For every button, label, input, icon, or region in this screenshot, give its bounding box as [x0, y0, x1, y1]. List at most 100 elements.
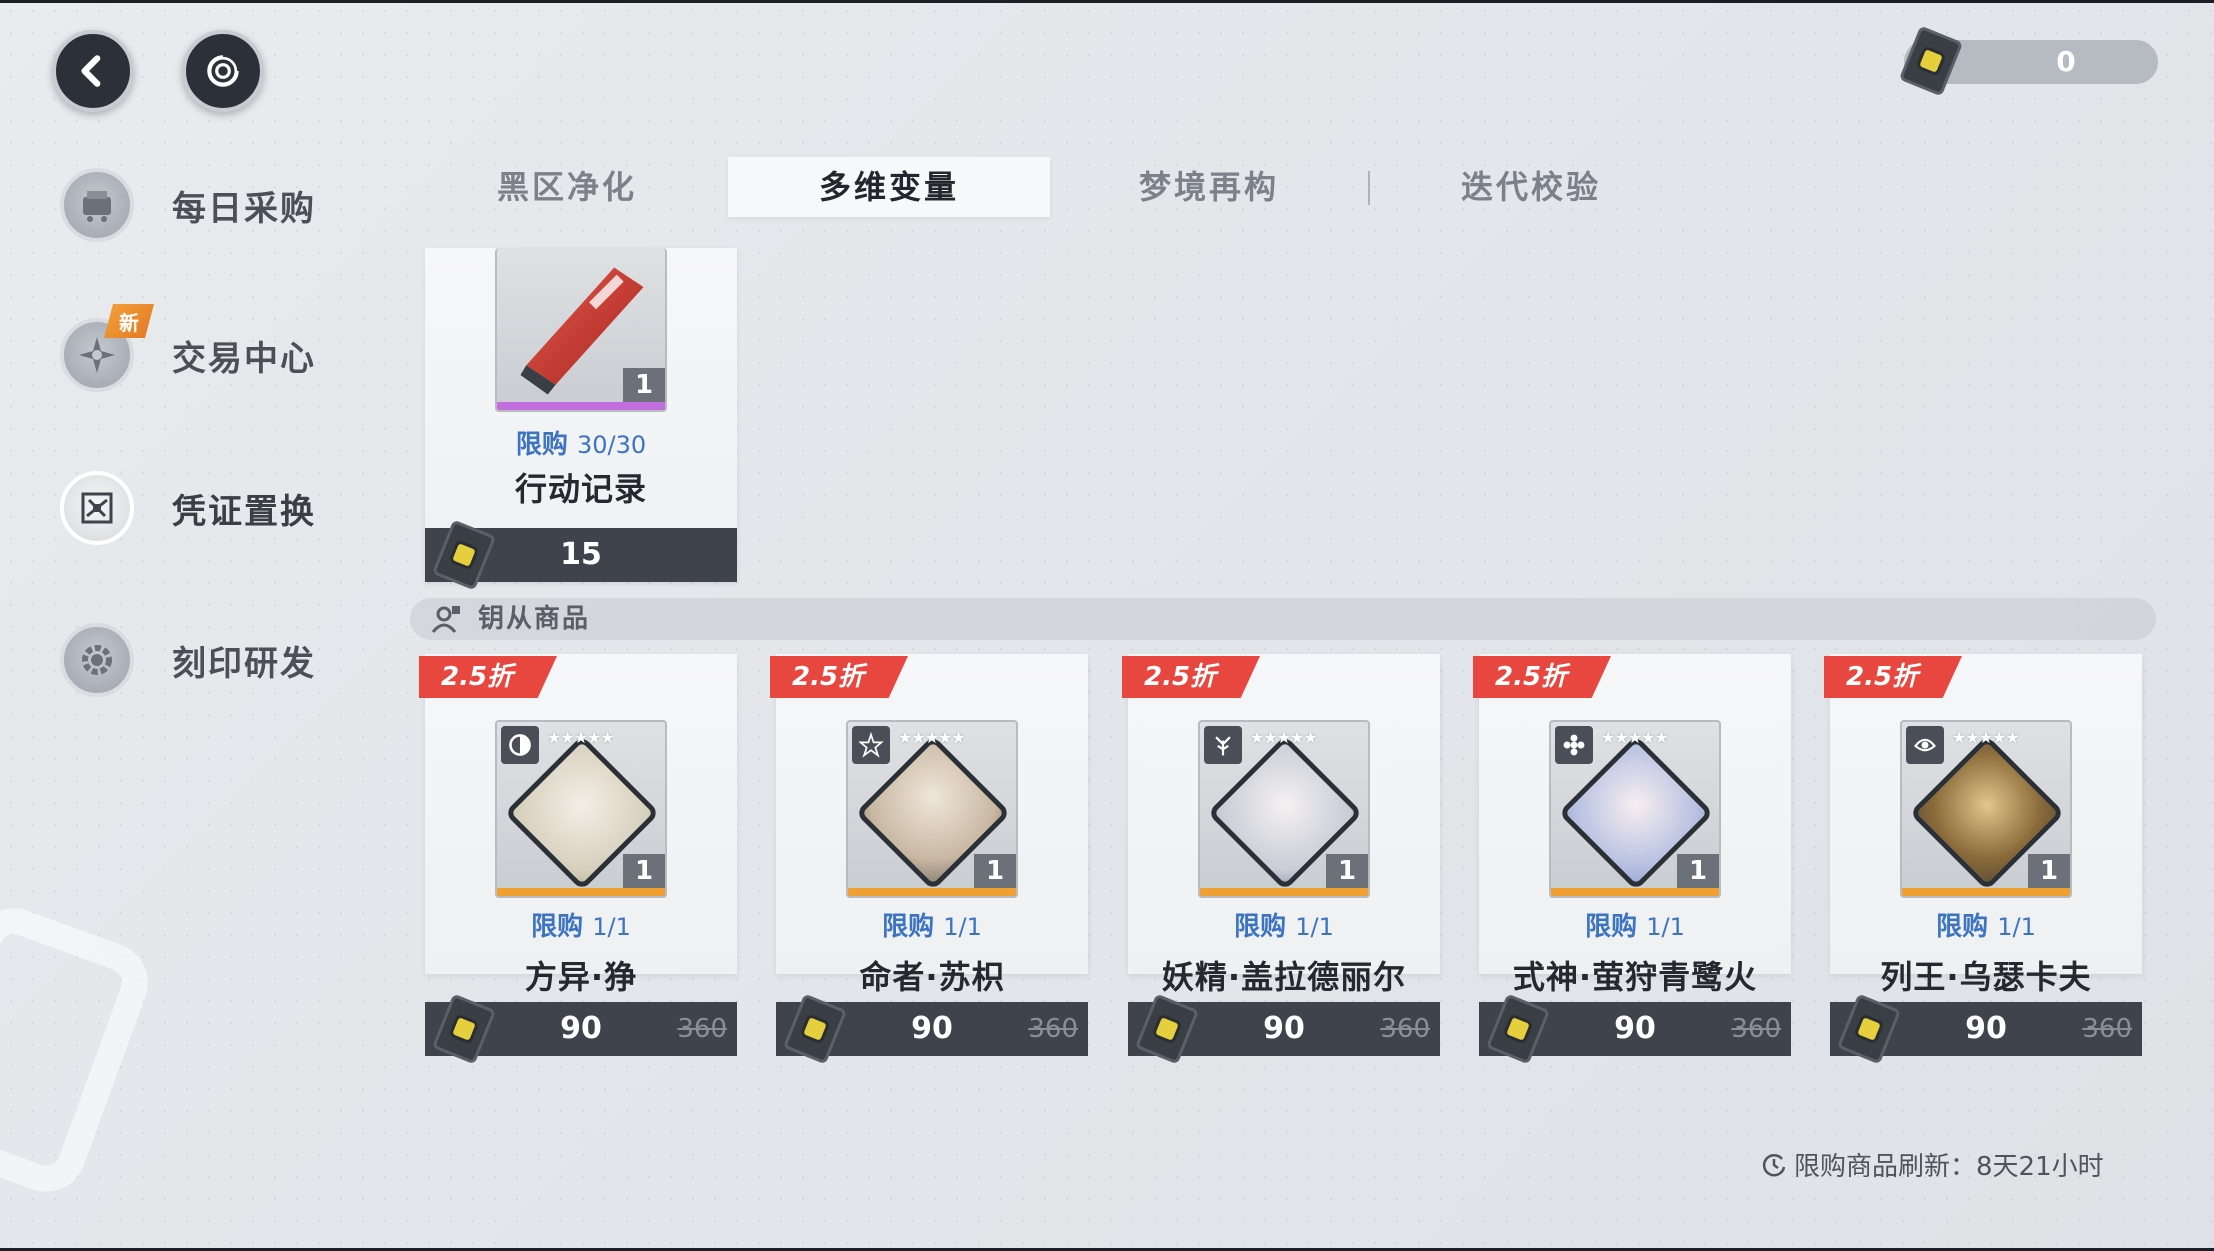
rarity-stars: ★★★★★ — [547, 728, 615, 747]
sidebar-item-trade-center[interactable]: 新 交易中心 — [60, 304, 360, 400]
rarity-stars: ★★★★★ — [1952, 728, 2020, 747]
compass-star-icon: 新 — [60, 304, 154, 392]
limit-label: 限购 — [515, 430, 568, 460]
gear-icon — [60, 623, 134, 697]
item-quantity: 1 — [974, 854, 1016, 888]
limit-value: 1/1 — [592, 913, 631, 941]
discount-tag: 2.5折 — [770, 656, 908, 698]
price-bar[interactable]: 90 360 — [425, 993, 737, 1065]
character-thumbnail: ★★★★★ 1 — [1198, 720, 1370, 898]
price-bar[interactable]: 15 — [425, 519, 737, 591]
shop-item-card[interactable]: 2.5折 ★★★★★ 1 限购 1/1 方异·狰 90 360 — [419, 654, 737, 1065]
item-quantity: 1 — [2028, 854, 2070, 888]
rarity-stars: ★★★★★ — [1250, 728, 1318, 747]
faction-icon — [852, 726, 890, 764]
price-bar[interactable]: 90 360 — [776, 993, 1088, 1065]
character-thumbnail: ★★★★★ 1 — [1549, 720, 1721, 898]
discount-tag: 2.5折 — [419, 656, 557, 698]
limit-label: 限购 — [1585, 912, 1638, 942]
rarity-bar — [497, 402, 665, 410]
character-thumbnail: ★★★★★ 1 — [846, 720, 1018, 898]
shop-item-card[interactable]: 2.5折 ★★★★★ 1 限购 1/1 妖精·盖拉德丽尔 90 360 — [1122, 654, 1440, 1065]
tab-black-zone[interactable]: 黑区净化 — [406, 157, 728, 217]
price-bar[interactable]: 90 360 — [1479, 993, 1791, 1065]
cart-icon — [60, 168, 134, 242]
discount-tag: 2.5折 — [1473, 656, 1611, 698]
currency-display: 0 — [1898, 25, 2158, 97]
purchase-limit: 限购 1/1 — [425, 906, 737, 943]
rarity-bar — [497, 888, 665, 896]
currency-amount: 0 — [2056, 45, 2076, 78]
limit-label: 限购 — [1234, 912, 1287, 942]
limit-value: 1/1 — [1646, 913, 1685, 941]
discount-tag: 2.5折 — [1122, 656, 1260, 698]
character-thumbnail: ★★★★★ 1 — [495, 720, 667, 898]
item-thumbnail: 1 — [495, 248, 667, 412]
item-quantity: 1 — [1677, 854, 1719, 888]
item-name: 命者·苏枳 — [859, 958, 1005, 996]
purchase-limit: 限购 1/1 — [1830, 906, 2142, 943]
limit-value: 1/1 — [1997, 913, 2036, 941]
sidebar-item-label: 每日采购 — [172, 188, 316, 229]
faction-icon — [1555, 726, 1593, 764]
back-button[interactable] — [52, 30, 134, 112]
item-name: 妖精·盖拉德丽尔 — [1161, 958, 1407, 996]
tab-iteration-check[interactable]: 迭代校验 — [1370, 157, 1692, 217]
exchange-icon — [60, 471, 134, 545]
rarity-bar — [1551, 888, 1719, 896]
item-name: 式神·萤狩青鹭火 — [1512, 958, 1758, 996]
faction-icon — [1906, 726, 1944, 764]
limit-label: 限购 — [1936, 912, 1989, 942]
new-badge: 新 — [104, 304, 154, 338]
rarity-bar — [1902, 888, 2070, 896]
purchase-limit: 限购 1/1 — [776, 906, 1088, 943]
item-quantity: 1 — [623, 854, 665, 888]
original-price: 360 — [2082, 1014, 2132, 1044]
refresh-text: 限购商品刷新：8天21小时 — [1794, 1152, 2104, 1182]
item-quantity: 1 — [623, 368, 665, 402]
rarity-bar — [1200, 888, 1368, 896]
original-price: 360 — [1731, 1014, 1781, 1044]
rarity-stars: ★★★★★ — [898, 728, 966, 747]
shop-item-card[interactable]: 2.5折 ★★★★★ 1 限购 1/1 列王·乌瑟卡夫 90 360 — [1824, 654, 2142, 1065]
original-price: 360 — [1028, 1014, 1078, 1044]
home-button[interactable] — [182, 30, 264, 112]
limit-value: 1/1 — [943, 913, 982, 941]
sidebar-item-label: 凭证置换 — [172, 491, 316, 532]
frame-top-edge — [0, 0, 2214, 3]
refresh-clock-icon — [1762, 1153, 1786, 1176]
limit-label: 限购 — [531, 912, 584, 942]
section-header: 钥从商品 — [410, 598, 2156, 640]
sidebar-item-voucher-exchange[interactable]: 凭证置换 — [60, 463, 360, 553]
back-arrow-icon — [81, 55, 101, 87]
ring-icon — [207, 51, 243, 87]
price-bar[interactable]: 90 360 — [1830, 993, 2142, 1065]
sidebar-item-imprint-research[interactable]: 刻印研发 — [60, 615, 360, 705]
tab-multidimensional[interactable]: 多维变量 — [728, 157, 1050, 217]
sidebar-item-label: 刻印研发 — [172, 643, 316, 684]
price-bar[interactable]: 90 360 — [1128, 993, 1440, 1065]
badge-people-icon — [431, 606, 460, 633]
purchase-limit: 限购 30/30 — [425, 424, 737, 461]
shop-item-card[interactable]: 2.5折 ★★★★★ 1 限购 1/1 命者·苏枳 90 360 — [770, 654, 1088, 1065]
sidebar-item-label: 交易中心 — [172, 338, 316, 379]
item-name: 方异·狰 — [524, 958, 638, 996]
rarity-bar — [848, 888, 1016, 896]
faction-icon — [1204, 726, 1242, 764]
original-price: 360 — [1380, 1014, 1430, 1044]
purchase-limit: 限购 1/1 — [1479, 906, 1791, 943]
original-price: 360 — [677, 1014, 727, 1044]
rarity-stars: ★★★★★ — [1601, 728, 1669, 747]
shop-item-card[interactable]: 2.5折 ★★★★★ 1 限购 1/1 式神·萤狩青鹭火 90 360 — [1473, 654, 1791, 1065]
sidebar-item-daily-purchase[interactable]: 每日采购 — [60, 160, 360, 250]
limit-label: 限购 — [882, 912, 935, 942]
tab-dream-rebuild[interactable]: 梦境再构 — [1048, 157, 1370, 217]
limit-value: 1/1 — [1295, 913, 1334, 941]
purchase-limit: 限购 1/1 — [1128, 906, 1440, 943]
item-name: 列王·乌瑟卡夫 — [1880, 958, 2092, 996]
refresh-timer: 限购商品刷新：8天21小时 — [1760, 1146, 2104, 1183]
limit-value: 30/30 — [576, 431, 647, 459]
discount-tag: 2.5折 — [1824, 656, 1962, 698]
shop-item-card[interactable]: 1 限购 30/30 行动记录 15 — [425, 248, 737, 591]
section-title: 钥从商品 — [478, 604, 591, 634]
